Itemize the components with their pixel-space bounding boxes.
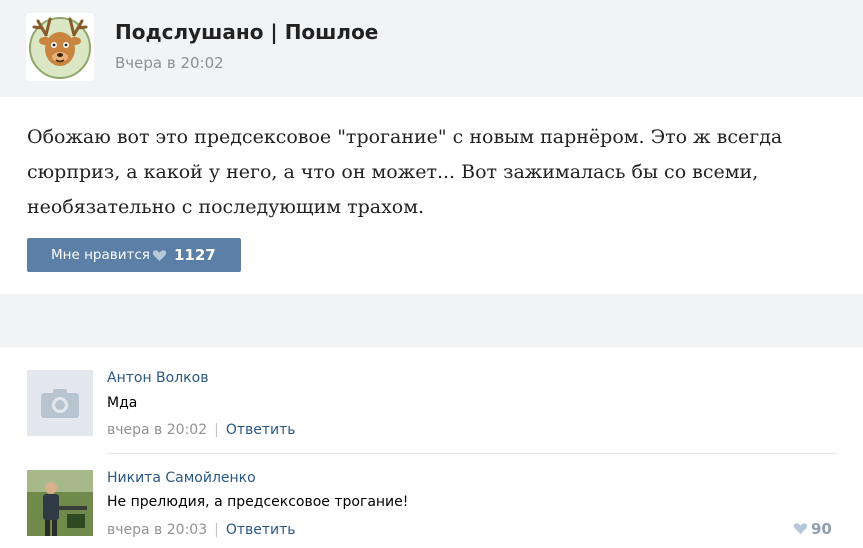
comment-time[interactable]: вчера в 20:03	[107, 522, 207, 538]
comment-author[interactable]: Антон Волков	[107, 370, 208, 386]
post-time[interactable]: Вчера в 20:02	[115, 54, 224, 72]
comment-author[interactable]: Никита Самойленко	[107, 470, 256, 486]
comment-avatar[interactable]	[27, 470, 93, 536]
group-name[interactable]: Подслушано | Пошлое	[115, 20, 378, 44]
heart-icon	[793, 523, 808, 535]
group-avatar[interactable]	[26, 13, 94, 81]
like-count: 1127	[174, 246, 216, 264]
meta-separator: |	[214, 422, 219, 438]
comment-avatar[interactable]	[27, 370, 93, 436]
comment-time[interactable]: вчера в 20:02	[107, 422, 207, 438]
comment-divider	[107, 453, 837, 454]
post-header	[0, 0, 863, 97]
user-photo-icon	[27, 470, 93, 536]
comment-like-count: 90	[811, 520, 832, 538]
comment-text: Мда	[107, 395, 138, 411]
reply-link[interactable]: Ответить	[226, 422, 296, 438]
comment-meta: вчера в 20:02 | Ответить	[107, 422, 296, 438]
heart-icon	[152, 250, 167, 262]
section-gap	[0, 294, 863, 347]
like-label: Мне нравится	[51, 247, 150, 263]
comment-meta: вчера в 20:03 | Ответить	[107, 522, 296, 538]
comment-text: Не прелюдия, а предсексовое трогание!	[107, 494, 409, 510]
meta-separator: |	[214, 522, 219, 538]
post-text: Обожаю вот это предсексовое "трогание" с…	[27, 126, 783, 218]
camera-placeholder-icon	[41, 389, 79, 418]
like-button[interactable]: Мне нравится 1127	[27, 238, 241, 272]
deer-mascot-icon	[29, 17, 91, 79]
reply-link[interactable]: Ответить	[226, 522, 296, 538]
